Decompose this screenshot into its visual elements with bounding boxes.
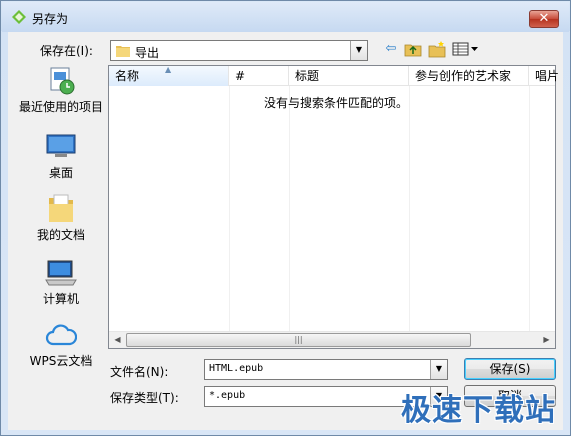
recent-items-icon [50, 67, 75, 95]
chevron-down-icon[interactable]: ▼ [430, 360, 447, 379]
chevron-down-icon[interactable]: ▼ [350, 41, 367, 60]
folder-icon [116, 46, 130, 57]
scroll-thumb[interactable]: ||| [126, 333, 471, 347]
file-list[interactable]: ▲ 名称 # 标题 参与创作的艺术家 唱片 没有与搜索条件匹配的项。 ◀ |||… [108, 65, 559, 349]
place-desktop[interactable]: 桌面 [16, 132, 106, 180]
app-logo-icon [12, 10, 26, 24]
save-in-dropdown[interactable]: 导出 ▼ [110, 40, 368, 61]
place-wps-cloud[interactable]: WPS云文档 [16, 320, 106, 368]
column-header-name[interactable]: ▲ 名称 [109, 65, 229, 86]
up-folder-icon[interactable] [404, 40, 422, 58]
place-label: 我的文档 [36, 228, 85, 242]
window-title: 另存为 [32, 12, 69, 26]
place-documents[interactable]: 我的文档 [16, 194, 106, 242]
cloud-icon [45, 324, 77, 346]
horizontal-scrollbar[interactable]: ◀ ||| ▶ [109, 331, 555, 348]
title-bar[interactable]: 另存为 ✕ [2, 2, 569, 32]
close-button[interactable]: ✕ [529, 10, 559, 28]
column-divider [529, 86, 530, 331]
view-menu-icon[interactable] [452, 40, 480, 58]
scroll-right-icon[interactable]: ▶ [538, 332, 555, 348]
column-header-album[interactable]: 唱片 [529, 66, 559, 86]
computer-icon [45, 260, 77, 286]
save-as-dialog: 另存为 ✕ 保存在(I): 导出 ▼ ⇦ 最近使用的项目 桌面 我的文档 计算机… [0, 0, 571, 436]
file-type-label: 保存类型(T): [110, 391, 179, 405]
dialog-body: 保存在(I): 导出 ▼ ⇦ 最近使用的项目 桌面 我的文档 计算机 WPS云文… [8, 32, 563, 430]
documents-icon [49, 194, 73, 222]
place-recent[interactable]: 最近使用的项目 [16, 66, 106, 114]
place-label: WPS云文档 [29, 354, 93, 368]
place-label: 计算机 [42, 292, 79, 306]
desktop-icon [46, 134, 76, 157]
save-in-label: 保存在(I): [40, 44, 93, 58]
file-name-value: HTML.epub [209, 363, 264, 374]
file-name-label: 文件名(N): [110, 365, 169, 379]
column-divider [289, 86, 290, 331]
close-icon: ✕ [538, 11, 550, 26]
column-header-title[interactable]: 标题 [289, 66, 409, 86]
place-computer[interactable]: 计算机 [16, 258, 106, 306]
column-header-artist[interactable]: 参与创作的艺术家 [409, 66, 529, 86]
places-bar: 最近使用的项目 桌面 我的文档 计算机 WPS云文档 [16, 62, 106, 368]
empty-message: 没有与搜索条件匹配的项。 [264, 96, 409, 110]
file-type-value: *.epub [209, 390, 246, 401]
new-folder-icon[interactable] [428, 40, 446, 58]
save-button[interactable]: 保存(S) [464, 358, 556, 380]
sort-ascending-icon: ▲ [165, 65, 172, 74]
column-header-number[interactable]: # [229, 66, 289, 86]
column-divider [409, 86, 410, 331]
file-name-input[interactable]: HTML.epub ▼ [204, 359, 448, 380]
scroll-left-icon[interactable]: ◀ [109, 332, 126, 348]
place-label: 桌面 [48, 166, 73, 180]
column-headers: ▲ 名称 # 标题 参与创作的艺术家 唱片 [109, 65, 559, 86]
place-label: 最近使用的项目 [18, 100, 103, 114]
watermark-text: 极速下载站 [401, 393, 556, 428]
back-arrow-icon[interactable]: ⇦ [382, 40, 400, 58]
current-folder: 导出 [135, 46, 160, 60]
column-divider [229, 86, 230, 331]
